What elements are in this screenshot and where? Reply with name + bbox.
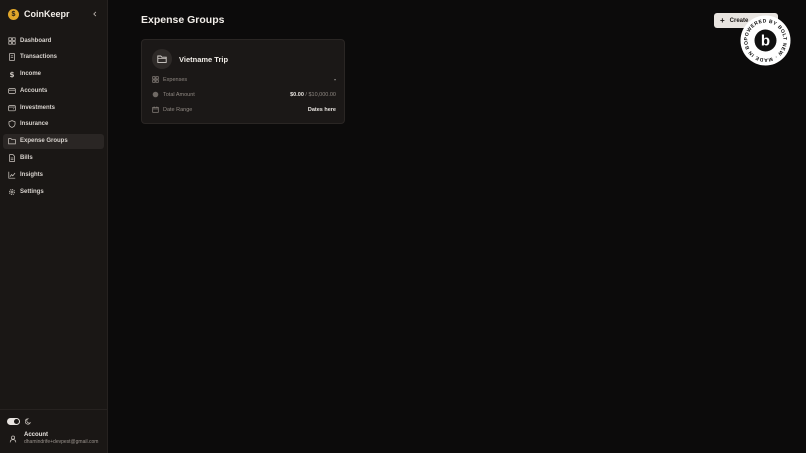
sidebar-nav: Dashboard Transactions $ Income Accounts… [3,33,104,201]
total-amount-label: Total Amount [163,91,195,98]
date-range-row: Date Range Dates here [152,105,336,114]
sidebar-item-settings[interactable]: Settings [3,184,104,199]
sidebar-item-accounts[interactable]: Accounts [3,83,104,98]
grid-icon [152,76,159,83]
bolt-badge[interactable]: POWERED BY BOLT NEW · MADE IN BOLT NEW ·… [737,11,791,66]
folder-icon [152,49,172,69]
sidebar-item-label: Transactions [20,54,58,61]
card-header: Vietname Trip [152,49,228,69]
moon-icon [24,417,32,425]
dollar-icon: $ [7,70,16,79]
amount-spent: $0.00 [290,91,304,98]
sidebar-item-transactions[interactable]: Transactions [3,50,104,65]
expenses-row: Expenses - [152,75,336,84]
chart-line-icon [7,170,16,179]
date-range-value: Dates here [307,106,336,113]
credit-card-icon [7,86,16,95]
account-text: Account dhamindrife+devpest@gmail.com [24,432,98,445]
shield-icon [7,120,16,129]
folder-icon [7,137,16,146]
chevron-left-icon [93,11,97,17]
svg-text:$: $ [9,70,14,78]
sidebar-footer: Account dhamindrife+devpest@gmail.com [0,409,107,453]
theme-switch-row [7,417,32,425]
page-title: Expense Groups [141,14,225,26]
svg-text:b: b [761,33,770,50]
dashboard-icon [7,36,16,45]
sidebar-item-label: Insights [20,171,44,178]
sidebar-item-label: Investments [20,104,56,111]
sidebar-item-bills[interactable]: Bills [3,151,104,166]
brand: $ CoinKeepr [8,8,100,20]
expenses-value: - [334,76,336,83]
sidebar-item-label: Bills [20,155,33,162]
sidebar-item-insurance[interactable]: Insurance [3,117,104,132]
circle-icon [152,91,159,98]
brand-name: CoinKeepr [24,9,70,19]
expenses-label: Expenses [163,76,188,83]
total-amount-row: Total Amount $0.00 / $10,000.00 [152,90,336,99]
calendar-icon [152,106,159,113]
collapse-sidebar-button[interactable] [90,9,100,19]
sidebar-item-label: Income [20,71,42,78]
sidebar-item-income[interactable]: $ Income [3,67,104,82]
account-name: Account [24,432,48,438]
sidebar-item-expense-groups[interactable]: Expense Groups [3,133,104,149]
sidebar-item-label: Accounts [20,87,48,94]
theme-toggle[interactable] [7,417,20,425]
document-icon [7,154,16,163]
group-name: Vietname Trip [179,54,229,64]
coin-logo-icon: $ [8,8,19,20]
user-icon [8,434,18,444]
toggle-knob [14,418,19,424]
gear-icon [7,187,16,196]
total-amount-value: $0.00 / $10,000.00 [290,92,336,98]
sidebar-item-investments[interactable]: Investments [3,100,104,115]
plus-icon: + [720,15,725,25]
wallet-icon [7,103,16,112]
date-range-label: Date Range [163,106,193,113]
sidebar-item-label: Expense Groups [20,138,68,145]
amount-budget: / $10,000.00 [305,91,336,98]
sidebar-item-dashboard[interactable]: Dashboard [3,33,104,48]
sidebar-item-label: Insurance [20,121,49,128]
sidebar-item-label: Settings [20,188,44,195]
sidebar-item-label: Dashboard [20,37,52,44]
receipt-icon [7,53,16,62]
account-email: dhamindrife+devpest@gmail.com [24,439,99,445]
account-menu[interactable]: Account dhamindrife+devpest@gmail.com [8,432,98,445]
sidebar-item-insights[interactable]: Insights [3,167,104,182]
sidebar: $ CoinKeepr Dashboard Transactions $ Inc… [0,0,108,453]
expense-group-card[interactable]: Vietname Trip Expenses - Total Amount $0… [141,39,345,124]
